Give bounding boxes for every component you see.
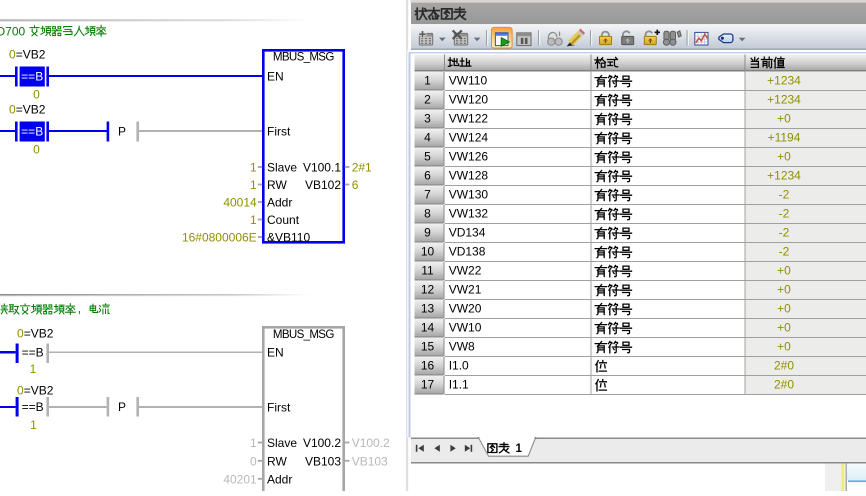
- svg-text:8: 8: [424, 206, 431, 220]
- svg-text:-2: -2: [779, 207, 790, 221]
- svg-text:15: 15: [421, 339, 435, 353]
- svg-text:7: 7: [424, 187, 431, 201]
- svg-text:4: 4: [424, 130, 431, 144]
- svg-text:V100.2: V100.2: [303, 436, 341, 450]
- svg-text:==B: ==B: [21, 125, 43, 139]
- svg-text:VW122: VW122: [449, 111, 489, 125]
- svg-text:Count: Count: [267, 213, 300, 227]
- svg-text:V100.2: V100.2: [352, 436, 390, 450]
- svg-text:17: 17: [421, 377, 435, 391]
- svg-text:Addr: Addr: [267, 196, 292, 210]
- svg-text:First: First: [267, 401, 291, 415]
- svg-text:=VB2: =VB2: [16, 48, 46, 62]
- svg-text:Slave: Slave: [267, 161, 297, 175]
- svg-text:-2: -2: [779, 245, 790, 259]
- svg-text:12: 12: [421, 282, 435, 296]
- svg-text:V100.1: V100.1: [303, 161, 341, 175]
- svg-text:P: P: [118, 400, 126, 414]
- svg-text:2#0: 2#0: [774, 359, 794, 373]
- svg-text:VW126: VW126: [449, 149, 489, 163]
- svg-text:RW: RW: [267, 178, 287, 192]
- svg-text:1: 1: [250, 178, 257, 192]
- svg-text:1: 1: [30, 418, 37, 432]
- svg-text:5: 5: [424, 149, 431, 163]
- svg-text:==B: ==B: [22, 400, 44, 414]
- svg-text:0: 0: [33, 143, 40, 157]
- svg-text:+1234: +1234: [767, 74, 801, 88]
- svg-text:16: 16: [421, 358, 435, 372]
- svg-text:1: 1: [250, 436, 257, 450]
- svg-text:13: 13: [421, 301, 435, 315]
- svg-text:VW20: VW20: [449, 301, 482, 315]
- svg-text:40014: 40014: [223, 196, 257, 210]
- svg-text:=VB2: =VB2: [24, 326, 54, 340]
- svg-text:Slave: Slave: [267, 436, 297, 450]
- svg-text:+0: +0: [777, 112, 791, 126]
- svg-text:2: 2: [424, 92, 431, 106]
- svg-text:1: 1: [30, 362, 37, 376]
- svg-text:P: P: [118, 125, 126, 139]
- svg-text:VW110: VW110: [449, 73, 488, 87]
- svg-text:6: 6: [424, 168, 431, 182]
- svg-text:VW8: VW8: [449, 339, 475, 353]
- svg-text:MBUS_MSG: MBUS_MSG: [273, 328, 334, 341]
- svg-text:Addr: Addr: [267, 472, 292, 486]
- svg-text:VW124: VW124: [449, 130, 489, 144]
- svg-text:VW130: VW130: [449, 187, 489, 201]
- svg-text:+0: +0: [777, 302, 791, 316]
- svg-text:VB102: VB102: [305, 178, 341, 192]
- svg-text:-2: -2: [779, 188, 790, 202]
- svg-text:VW10: VW10: [449, 320, 482, 334]
- svg-text:VW132: VW132: [449, 206, 489, 220]
- svg-text:D700: D700: [0, 24, 26, 38]
- svg-text:EN: EN: [267, 70, 284, 84]
- svg-text:2#0: 2#0: [774, 378, 794, 392]
- svg-text:VB103: VB103: [352, 454, 388, 468]
- svg-text:0: 0: [250, 454, 257, 468]
- svg-text:+0: +0: [777, 321, 791, 335]
- svg-text:VW21: VW21: [449, 282, 482, 296]
- svg-text:+0: +0: [777, 283, 791, 297]
- svg-text:6: 6: [352, 178, 359, 192]
- svg-text:16#0800006E: 16#0800006E: [182, 231, 257, 245]
- svg-text:9: 9: [424, 225, 431, 239]
- svg-text:EN: EN: [267, 346, 284, 360]
- svg-text:14: 14: [421, 320, 435, 334]
- svg-text:1: 1: [250, 161, 257, 175]
- svg-text:RW: RW: [267, 454, 287, 468]
- svg-text:+0: +0: [777, 340, 791, 354]
- svg-text:VD138: VD138: [449, 244, 486, 258]
- svg-text:0: 0: [33, 88, 40, 102]
- svg-text:3: 3: [424, 111, 431, 125]
- svg-text:VD134: VD134: [449, 225, 486, 239]
- svg-text:==B: ==B: [22, 345, 44, 359]
- svg-text:+0: +0: [777, 264, 791, 278]
- svg-text:40201: 40201: [223, 472, 257, 486]
- svg-text:+0: +0: [777, 150, 791, 164]
- svg-text:10: 10: [421, 244, 435, 258]
- svg-text:+1234: +1234: [767, 169, 801, 183]
- svg-text:VW120: VW120: [449, 92, 489, 106]
- svg-text:2#1: 2#1: [352, 161, 372, 175]
- svg-text:I1.0: I1.0: [449, 358, 469, 372]
- svg-text:VW22: VW22: [449, 263, 482, 277]
- svg-text:==B: ==B: [21, 70, 43, 84]
- svg-text:=VB2: =VB2: [24, 383, 54, 397]
- svg-text:VB103: VB103: [305, 454, 341, 468]
- svg-text:&VB110: &VB110: [267, 231, 310, 245]
- svg-text:,: ,: [78, 301, 82, 316]
- svg-text:First: First: [267, 125, 291, 139]
- svg-text:1: 1: [424, 73, 431, 87]
- svg-text:11: 11: [421, 263, 434, 277]
- svg-text:-2: -2: [779, 226, 790, 240]
- svg-text:=VB2: =VB2: [16, 103, 46, 117]
- svg-text:VW128: VW128: [449, 168, 489, 182]
- svg-text:+1234: +1234: [767, 93, 801, 107]
- svg-text:I1.1: I1.1: [449, 377, 469, 391]
- svg-text:1: 1: [516, 443, 523, 455]
- svg-text:+1194: +1194: [768, 131, 801, 145]
- svg-text:MBUS_MSG: MBUS_MSG: [273, 51, 334, 64]
- svg-text:1: 1: [250, 213, 257, 227]
